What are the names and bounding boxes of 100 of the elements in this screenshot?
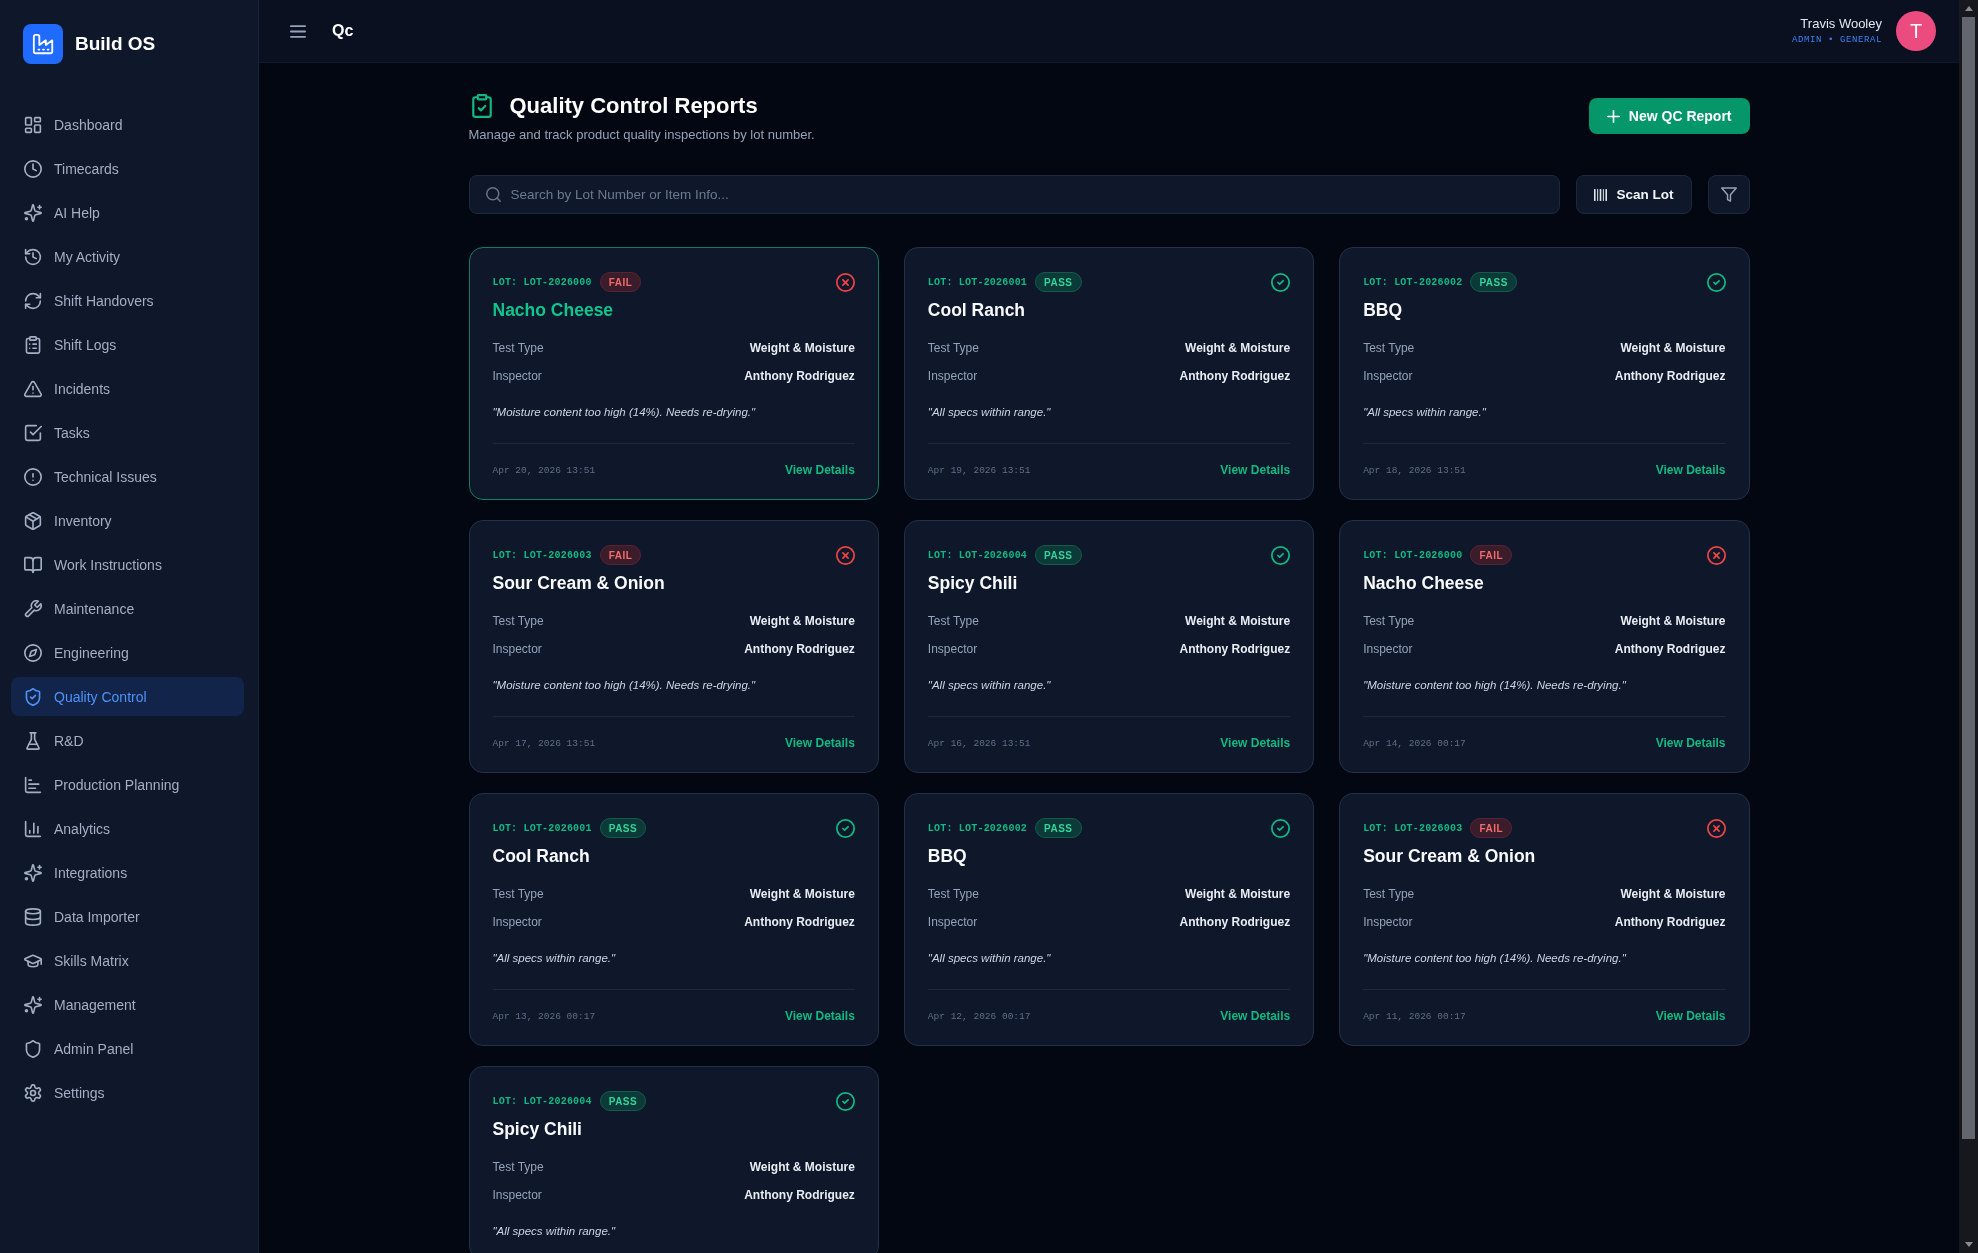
detail-value: Anthony Rodriguez — [1179, 368, 1291, 385]
sidebar-item[interactable]: Settings — [11, 1073, 244, 1112]
status-badge: FAIL — [1470, 818, 1513, 838]
product-name: Spicy Chili — [927, 572, 1019, 595]
detail-value: Anthony Rodriguez — [1614, 641, 1726, 658]
sidebar-item[interactable]: Quality Control — [11, 677, 244, 716]
sidebar-item[interactable]: Skills Matrix — [11, 941, 244, 980]
lot-number: LOT: LOT-2026003 — [1363, 822, 1463, 834]
graduation-cap-icon — [24, 951, 42, 970]
status-badge: PASS — [1035, 272, 1082, 292]
new-report-button[interactable]: New QC Report — [1588, 98, 1750, 134]
sidebar-item[interactable]: My Activity — [11, 237, 244, 276]
box-icon — [24, 511, 42, 530]
sparkles-icon — [24, 863, 42, 882]
history-icon — [24, 247, 42, 266]
check-circle-icon — [1271, 545, 1291, 565]
sidebar-item[interactable]: Engineering — [11, 633, 244, 672]
sidebar-item[interactable]: Analytics — [11, 809, 244, 848]
sidebar-item[interactable]: Maintenance — [11, 589, 244, 628]
inspection-note: "All specs within range." — [927, 405, 1052, 420]
detail-label: Test Type — [1363, 340, 1415, 357]
inspection-note: "Moisture content too high (14%). Needs re-drying." — [1363, 951, 1627, 966]
view-details-link[interactable]: View Details — [1655, 1009, 1726, 1023]
search-icon — [485, 187, 501, 202]
detail-label: Test Type — [492, 613, 544, 630]
sidebar-item[interactable]: Admin Panel — [11, 1029, 244, 1068]
view-details-link[interactable]: View Details — [785, 463, 855, 477]
product-name: Nacho Cheese — [1363, 572, 1485, 595]
filter-button[interactable] — [1707, 175, 1750, 214]
report-date: Apr 12, 2026 00:17 — [927, 1010, 1031, 1022]
scan-lot-button[interactable]: Scan Lot — [1576, 175, 1692, 214]
view-details-link[interactable]: View Details — [1655, 463, 1726, 477]
sidebar-item[interactable]: Technical Issues — [11, 457, 244, 496]
book-icon — [24, 555, 42, 574]
lot-number: LOT: LOT-2026002 — [1363, 276, 1463, 288]
status-badge: PASS — [1035, 545, 1082, 565]
sidebar-item[interactable]: Tasks — [11, 413, 244, 452]
lot-number: LOT: LOT-2026004 — [927, 549, 1028, 561]
view-details-link[interactable]: View Details — [1220, 736, 1291, 750]
detail-label: Test Type — [1363, 886, 1415, 903]
sidebar-item[interactable]: Incidents — [11, 369, 244, 408]
detail-label: Inspector — [492, 368, 542, 385]
detail-value: Anthony Rodriguez — [1179, 641, 1291, 658]
sidebar-item[interactable]: Dashboard — [11, 105, 244, 144]
view-details-link[interactable]: View Details — [1655, 736, 1726, 750]
status-badge: FAIL — [599, 545, 642, 565]
detail-value: Weight & Moisture — [749, 340, 855, 357]
check-circle-icon — [835, 1091, 855, 1111]
sidebar-item[interactable]: Production Planning — [11, 765, 244, 804]
sidebar-item[interactable]: Integrations — [11, 853, 244, 892]
lot-number: LOT: LOT-2026000 — [492, 276, 592, 288]
sidebar-item[interactable]: Shift Handovers — [11, 281, 244, 320]
lot-number: LOT: LOT-2026001 — [927, 276, 1028, 288]
detail-label: Inspector — [927, 914, 978, 931]
detail-value: Weight & Moisture — [1185, 886, 1291, 903]
detail-value: Weight & Moisture — [749, 886, 855, 903]
view-details-link[interactable]: View Details — [785, 1009, 855, 1023]
view-details-link[interactable]: View Details — [1220, 1009, 1291, 1023]
lot-number: LOT: LOT-2026001 — [492, 822, 592, 834]
detail-value: Weight & Moisture — [749, 1159, 855, 1176]
detail-value: Weight & Moisture — [1620, 613, 1726, 630]
sidebar-item[interactable]: Timecards — [11, 149, 244, 188]
caret-down-icon — [1964, 1242, 1973, 1247]
detail-value: Anthony Rodriguez — [744, 1187, 855, 1204]
report-date: Apr 13, 2026 00:17 — [492, 1010, 596, 1022]
lot-number: LOT: LOT-2026000 — [1363, 549, 1463, 561]
sidebar-item[interactable]: Work Instructions — [11, 545, 244, 584]
detail-label: Inspector — [492, 641, 542, 658]
inspection-note: "Moisture content too high (14%). Needs re-drying." — [492, 678, 757, 693]
detail-value: Weight & Moisture — [749, 613, 855, 630]
sidebar-item[interactable]: Shift Logs — [11, 325, 244, 364]
sidebar-item[interactable]: AI Help — [11, 193, 244, 232]
menu-icon[interactable] — [290, 24, 306, 38]
inspection-note: "Moisture content too high (14%). Needs re-drying." — [492, 405, 757, 420]
status-badge: FAIL — [599, 272, 642, 292]
sidebar-item[interactable]: Data Importer — [11, 897, 244, 936]
product-name: BBQ — [927, 845, 968, 868]
product-name: Spicy Chili — [492, 1118, 583, 1141]
barcode-icon — [1594, 188, 1608, 201]
report-date: Apr 11, 2026 00:17 — [1363, 1010, 1466, 1022]
scrollbar[interactable] — [1959, 0, 1978, 1253]
detail-label: Test Type — [927, 613, 979, 630]
view-details-link[interactable]: View Details — [1220, 463, 1291, 477]
detail-label: Inspector — [492, 1187, 542, 1204]
refresh-icon — [24, 291, 42, 310]
lot-number: LOT: LOT-2026003 — [492, 549, 592, 561]
user-avatar[interactable]: T — [1896, 11, 1936, 51]
sidebar-item[interactable]: Management — [11, 985, 244, 1024]
check-circle-icon — [1271, 272, 1291, 292]
scrollbar-thumb[interactable] — [1962, 17, 1975, 1139]
status-badge: PASS — [1035, 818, 1082, 838]
factory-logo-icon — [23, 24, 63, 64]
brand-name: Build OS — [75, 33, 156, 55]
product-name: Nacho Cheese — [492, 299, 615, 322]
detail-value: Weight & Moisture — [1620, 340, 1726, 357]
search-field[interactable]: Search by Lot Number or Item Info... — [468, 175, 1561, 214]
sidebar-item[interactable]: Inventory — [11, 501, 244, 540]
sidebar-item[interactable]: R&D — [11, 721, 244, 760]
report-date: Apr 18, 2026 13:51 — [1363, 464, 1466, 476]
view-details-link[interactable]: View Details — [785, 736, 855, 750]
